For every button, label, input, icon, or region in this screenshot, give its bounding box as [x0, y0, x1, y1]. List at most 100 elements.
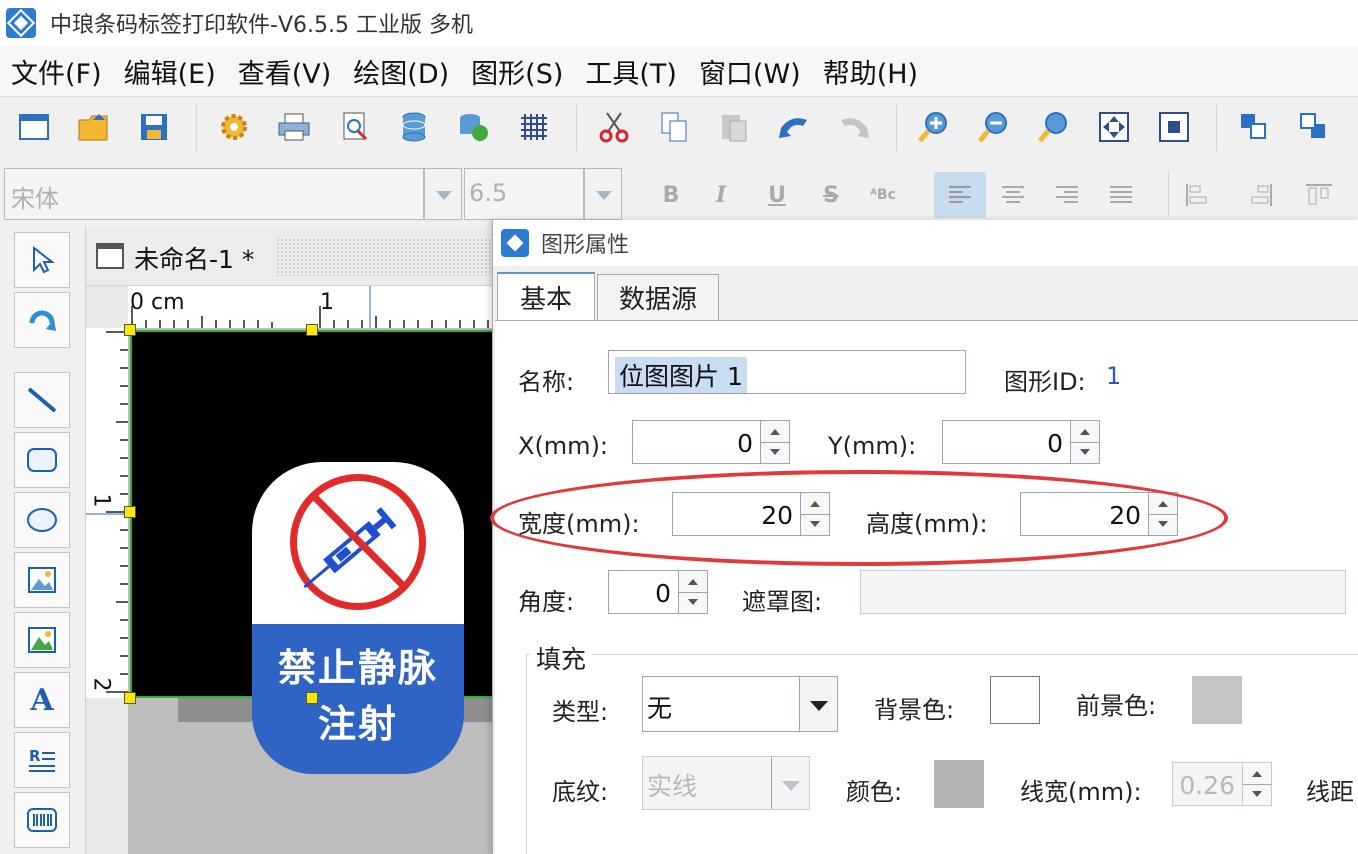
tab-basic[interactable]: 基本 — [497, 272, 595, 320]
bg-color-label: 背景色: — [874, 696, 955, 724]
database-icon[interactable] — [394, 107, 434, 147]
main-toolbar — [0, 96, 1358, 160]
align-center-button[interactable] — [990, 172, 1036, 218]
print-preview-icon[interactable] — [336, 107, 376, 147]
print-icon[interactable] — [274, 107, 314, 147]
line-width-input[interactable]: 0.26 — [1172, 762, 1244, 806]
barcode-icon — [27, 808, 57, 832]
menu-help[interactable]: 帮助(H) — [812, 52, 929, 91]
select-pointer-tool[interactable] — [14, 232, 70, 288]
rich-text-icon: R — [29, 747, 55, 772]
copy-icon[interactable] — [654, 107, 694, 147]
menu-window[interactable]: 窗口(W) — [688, 52, 812, 91]
rounded-rectangle-icon — [27, 448, 57, 472]
open-folder-icon[interactable] — [74, 107, 114, 147]
line-tool[interactable] — [14, 372, 70, 428]
zoom-out-icon[interactable] — [974, 107, 1014, 147]
dialog-title: 图形属性 — [541, 233, 630, 258]
pattern-dropdown-button[interactable] — [771, 757, 809, 809]
document-tab[interactable]: 未命名-1 * — [86, 226, 496, 286]
redo-icon[interactable] — [834, 107, 874, 147]
font-size-dropdown-button[interactable] — [584, 168, 622, 220]
align-left-button[interactable] — [934, 172, 986, 218]
line-width-spinner[interactable] — [1242, 762, 1272, 806]
pattern-combo[interactable]: 实线 — [642, 756, 810, 810]
align-justify-button[interactable] — [1098, 172, 1144, 218]
fit-page-icon[interactable] — [1094, 107, 1134, 147]
ellipse-tool[interactable] — [14, 492, 70, 548]
font-size-combo[interactable]: 6.5 — [464, 168, 584, 220]
align-objects-left-button[interactable] — [1176, 172, 1222, 218]
tab-datasource[interactable]: 数据源 — [597, 274, 719, 320]
zoom-in-icon[interactable] — [914, 107, 954, 147]
menu-edit[interactable]: 编辑(E) — [113, 52, 227, 91]
shape-id-value: 1 — [1106, 362, 1122, 390]
zoom-icon[interactable] — [1034, 107, 1074, 147]
italic-button[interactable]: I — [698, 172, 744, 218]
align-right-button[interactable] — [1044, 172, 1090, 218]
resize-handle-top-left[interactable] — [124, 324, 136, 336]
menu-shape[interactable]: 图形(S) — [460, 52, 574, 91]
document-title: 未命名-1 * — [134, 245, 255, 274]
bring-front-icon[interactable] — [1234, 107, 1274, 147]
cut-icon[interactable] — [594, 107, 634, 147]
database-connect-icon[interactable] — [454, 107, 494, 147]
name-label: 名称: — [518, 368, 575, 396]
sign-text-line1: 禁止静脉 — [277, 646, 438, 690]
picture-tool[interactable] — [14, 612, 70, 668]
pattern-color-label: 颜色: — [846, 778, 903, 806]
special-text-button[interactable]: ᴬBᴄ — [860, 172, 906, 218]
ruler-left-label-area: 1 2 — [86, 328, 128, 698]
angle-spinner[interactable] — [678, 570, 708, 614]
menu-view[interactable]: 查看(V) — [227, 52, 343, 91]
fill-type-dropdown-button[interactable] — [799, 677, 837, 731]
image-tool[interactable] — [14, 552, 70, 608]
y-label: Y(mm): — [828, 432, 917, 460]
bitmap-image-selected[interactable]: 禁止静脉 注射 — [252, 462, 464, 774]
rotate-tool[interactable] — [14, 292, 70, 348]
fill-group-title: 填充 — [530, 640, 593, 676]
strikethrough-button[interactable]: S — [808, 172, 854, 218]
mask-image-field[interactable] — [860, 570, 1346, 614]
fg-color-swatch[interactable] — [1192, 676, 1242, 724]
menu-tools[interactable]: 工具(T) — [574, 52, 688, 91]
ruler-label-1: 1 — [320, 290, 334, 315]
paste-icon[interactable] — [714, 107, 754, 147]
new-window-icon[interactable] — [14, 107, 54, 147]
align-objects-right-button[interactable] — [1236, 172, 1282, 218]
font-name-combo[interactable]: 宋体 — [4, 168, 424, 220]
dialog-title-bar[interactable]: 图形属性 — [493, 220, 1358, 266]
y-input[interactable]: 0 — [942, 420, 1072, 464]
x-spinner[interactable] — [760, 420, 790, 464]
y-spinner[interactable] — [1070, 420, 1100, 464]
fill-type-combo[interactable]: 无 — [642, 676, 838, 732]
grid-icon[interactable] — [514, 107, 554, 147]
font-dropdown-button[interactable] — [424, 168, 462, 220]
rich-text-tool[interactable]: R — [14, 732, 70, 788]
label-canvas[interactable]: 禁止静脉 注射 — [130, 330, 496, 774]
underline-button[interactable]: U — [754, 172, 800, 218]
barcode-tool[interactable] — [14, 792, 70, 848]
rectangle-tool[interactable] — [14, 432, 70, 488]
resize-handle-middle-left[interactable] — [124, 506, 136, 518]
undo-icon[interactable] — [774, 107, 814, 147]
bold-button[interactable]: B — [648, 172, 694, 218]
resize-handle-bottom-left[interactable] — [124, 692, 136, 704]
save-icon[interactable] — [134, 107, 174, 147]
bg-color-swatch[interactable] — [990, 676, 1040, 724]
sign-text: 禁止静脉 注射 — [252, 640, 464, 752]
name-input[interactable]: 位图图片 1 — [608, 350, 966, 394]
pattern-color-swatch[interactable] — [934, 760, 984, 808]
angle-input[interactable]: 0 — [608, 570, 680, 614]
align-objects-top-button[interactable] — [1296, 172, 1342, 218]
fit-selection-icon[interactable] — [1154, 107, 1194, 147]
send-back-icon[interactable] — [1294, 107, 1334, 147]
ruler-top-label-area: 0 cm 1 — [128, 286, 496, 328]
menu-file[interactable]: 文件(F) — [0, 52, 113, 91]
menu-draw[interactable]: 绘图(D) — [342, 52, 460, 91]
x-input[interactable]: 0 — [632, 420, 762, 464]
text-tool[interactable]: A — [14, 672, 70, 728]
resize-handle-top-middle[interactable] — [306, 324, 318, 336]
settings-gear-icon[interactable] — [214, 107, 254, 147]
resize-handle-bottom-middle[interactable] — [306, 692, 318, 704]
